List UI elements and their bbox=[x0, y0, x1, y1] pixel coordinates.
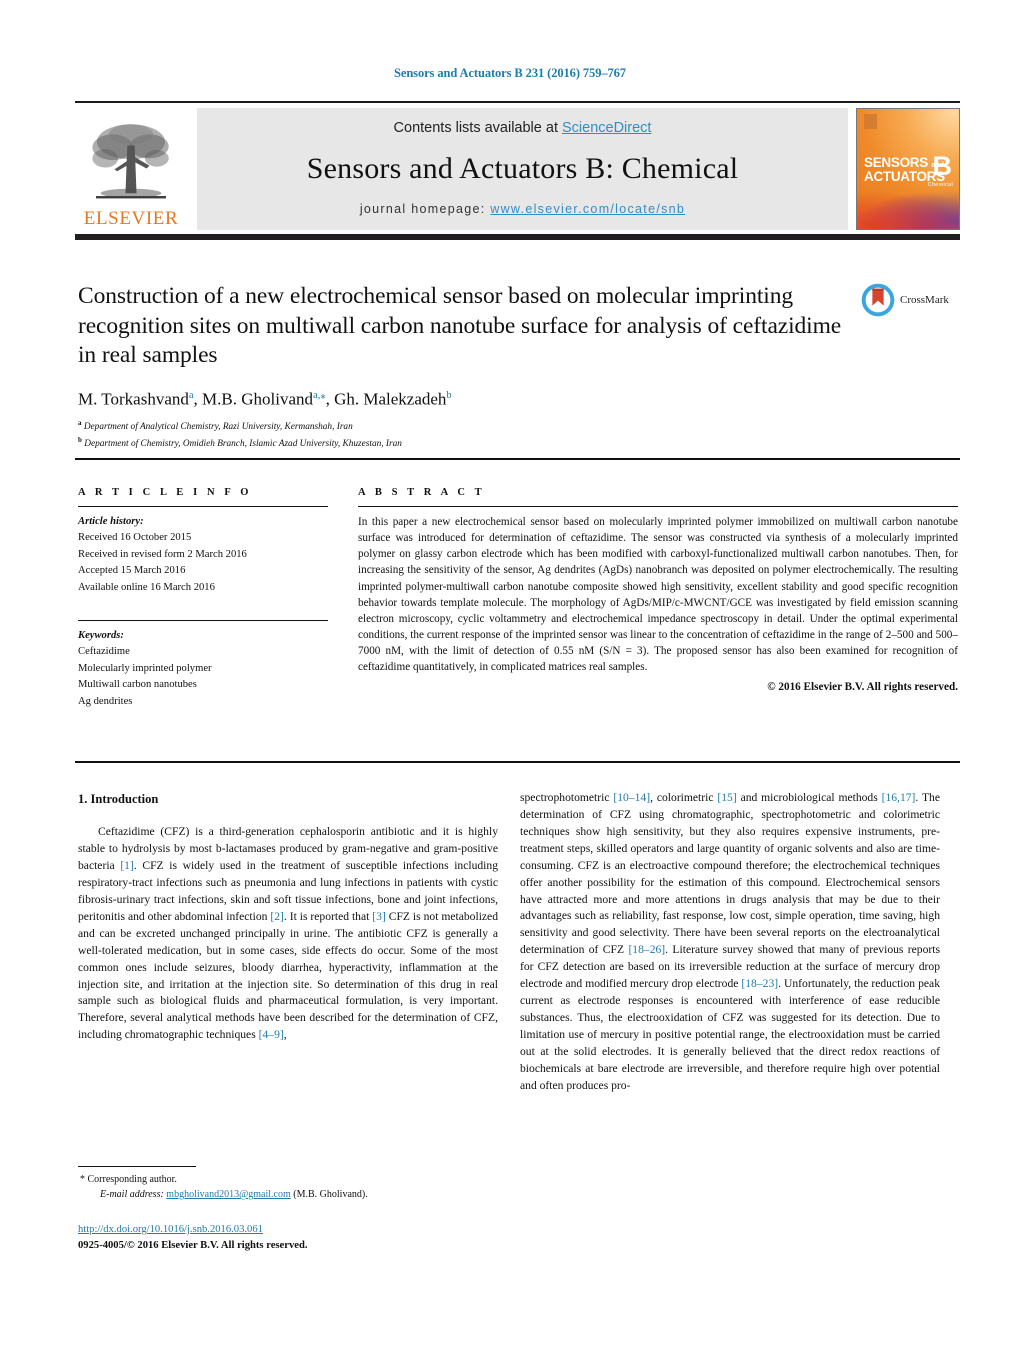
cover-artwork bbox=[857, 185, 959, 229]
body-section-top-rule bbox=[75, 761, 960, 763]
title-block: Construction of a new electrochemical se… bbox=[78, 282, 848, 451]
abstract-rule bbox=[358, 506, 958, 507]
journal-masthead: ELSEVIER Contents lists available at Sci… bbox=[75, 101, 960, 240]
section-heading-introduction: 1. Introduction bbox=[78, 792, 159, 806]
article-info-heading: A R T I C L E I N F O bbox=[78, 487, 253, 498]
intro-paragraph-left: Ceftazidime (CFZ) is a third-generation … bbox=[78, 825, 498, 1042]
journal-homepage-line: journal homepage: www.elsevier.com/locat… bbox=[360, 202, 685, 216]
email-label: E-mail address: bbox=[100, 1189, 164, 1200]
cover-elsevier-mark-icon bbox=[864, 114, 877, 129]
affiliation-marker-b: b bbox=[78, 435, 82, 444]
affiliation-list: a Department of Analytical Chemistry, Ra… bbox=[78, 418, 848, 450]
article-history-title: Article history: bbox=[78, 516, 144, 527]
cover-volume-letter: B bbox=[932, 151, 953, 181]
history-item: Available online 16 March 2016 bbox=[78, 581, 215, 593]
journal-cover-thumbnail[interactable]: SENSORS and ACTUATORS B Chemical bbox=[856, 108, 960, 230]
corresponding-author-footnote: * Corresponding author. E-mail address: … bbox=[78, 1166, 498, 1202]
article-info-column: A R T I C L E I N F O Article history: R… bbox=[78, 487, 328, 710]
keyword-item: Multiwall carbon nanotubes bbox=[78, 679, 197, 691]
elsevier-tree-icon bbox=[92, 124, 169, 199]
email-line: E-mail address: mbgholivand2013@gmail.co… bbox=[78, 1187, 498, 1202]
affiliation-a: a Department of Analytical Chemistry, Ra… bbox=[78, 418, 848, 434]
crossmark-label: CrossMark bbox=[900, 294, 949, 306]
intro-paragraph-right: spectrophotometric [10–14], colorimetric… bbox=[520, 791, 940, 1092]
journal-title: Sensors and Actuators B: Chemical bbox=[306, 152, 739, 185]
corresponding-label: Corresponding author. bbox=[87, 1174, 177, 1185]
history-item: Received in revised form 2 March 2016 bbox=[78, 548, 247, 560]
abstract-heading: A B S T R A C T bbox=[358, 487, 486, 498]
abstract-text: In this paper a new electrochemical sens… bbox=[358, 516, 958, 674]
affiliation-text-a: Department of Analytical Chemistry, Razi… bbox=[83, 422, 353, 433]
history-item: Accepted 15 March 2016 bbox=[78, 565, 186, 577]
doi-block: http://dx.doi.org/10.1016/j.snb.2016.03.… bbox=[78, 1222, 508, 1254]
contents-prefix: Contents lists available at bbox=[393, 120, 562, 136]
history-item: Received 16 October 2015 bbox=[78, 532, 192, 544]
abstract-copyright: © 2016 Elsevier B.V. All rights reserved… bbox=[767, 681, 958, 694]
running-head: Sensors and Actuators B 231 (2016) 759–7… bbox=[394, 66, 626, 80]
cover-subtitle: Chemical bbox=[927, 182, 953, 188]
keywords-rule bbox=[78, 620, 328, 622]
corresponding-marker: * bbox=[80, 1174, 85, 1185]
masthead-center-panel: Contents lists available at ScienceDirec… bbox=[197, 108, 848, 230]
author-list: M. Torkashvanda, M.B. Gholivanda,⁎, Gh. … bbox=[78, 389, 452, 409]
masthead-bottom-rule bbox=[75, 234, 960, 240]
body-column-left: 1. Introduction Ceftazidime (CFZ) is a t… bbox=[78, 790, 498, 1044]
homepage-prefix: journal homepage: bbox=[359, 202, 491, 216]
footnote-rule bbox=[78, 1166, 196, 1167]
masthead-body: ELSEVIER Contents lists available at Sci… bbox=[75, 108, 960, 230]
keyword-item: Molecularly imprinted polymer bbox=[78, 662, 212, 674]
article-info-rule bbox=[78, 506, 328, 507]
crossmark-badge[interactable]: CrossMark bbox=[860, 282, 960, 318]
keywords-group: Keywords: Ceftazidime Molecularly imprin… bbox=[78, 628, 328, 710]
email-link[interactable]: mbgholivand2013@gmail.com bbox=[166, 1189, 290, 1200]
page-title: Construction of a new electrochemical se… bbox=[78, 283, 842, 369]
abstract-column: A B S T R A C T In this paper a new elec… bbox=[358, 487, 958, 693]
crossmark-icon bbox=[861, 283, 895, 317]
issn-copyright-line: 0925-4005/© 2016 Elsevier B.V. All right… bbox=[78, 1240, 308, 1252]
affiliation-text-b: Department of Chemistry, Omidieh Branch,… bbox=[84, 438, 402, 449]
masthead-top-rule bbox=[75, 101, 960, 103]
affiliation-b: b Department of Chemistry, Omidieh Branc… bbox=[78, 435, 848, 451]
article-page: Sensors and Actuators B 231 (2016) 759–7… bbox=[0, 0, 1020, 1351]
info-section-top-rule bbox=[75, 458, 960, 460]
elsevier-wordmark: ELSEVIER bbox=[83, 208, 179, 229]
keyword-item: Ag dendrites bbox=[78, 695, 133, 707]
elsevier-logo[interactable]: ELSEVIER bbox=[75, 108, 187, 230]
sciencedirect-link[interactable]: ScienceDirect bbox=[562, 120, 651, 136]
journal-homepage-link[interactable]: www.elsevier.com/locate/snb bbox=[490, 202, 685, 216]
doi-link[interactable]: http://dx.doi.org/10.1016/j.snb.2016.03.… bbox=[78, 1224, 263, 1235]
affiliation-marker-a: a bbox=[78, 419, 82, 428]
keywords-title: Keywords: bbox=[78, 630, 124, 642]
body-column-right: spectrophotometric [10–14], colorimetric… bbox=[520, 790, 940, 1095]
keyword-item: Ceftazidime bbox=[78, 646, 130, 658]
article-history-group: Article history: Received 16 October 201… bbox=[78, 514, 328, 596]
email-owner: (M.B. Gholivand). bbox=[293, 1189, 368, 1200]
contents-available-line: Contents lists available at ScienceDirec… bbox=[394, 120, 652, 136]
corresponding-author-line: * Corresponding author. bbox=[78, 1172, 498, 1187]
